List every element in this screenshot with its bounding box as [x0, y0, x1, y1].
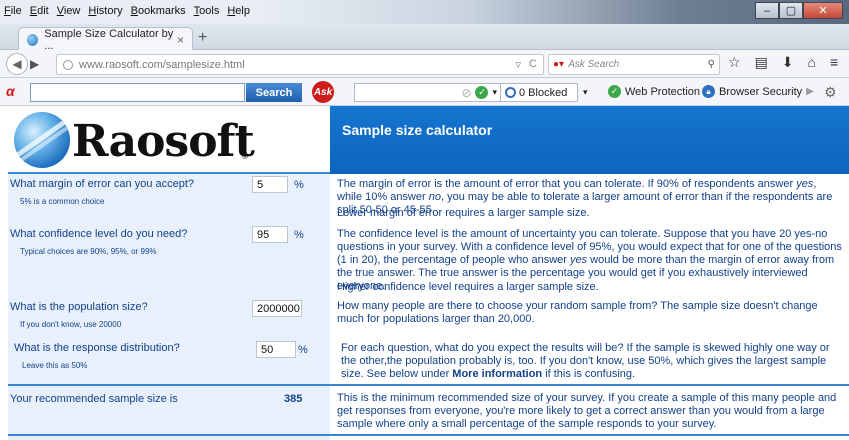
nav-toolbar-icons: ☆ ▤ ⬇ ⌂ ≡: [728, 54, 838, 71]
reading-list-icon[interactable]: ▤: [755, 54, 768, 71]
margin-of-error-note: Lower margin of error requires a larger …: [337, 207, 590, 219]
population-size-input[interactable]: 2000000: [252, 300, 302, 317]
navigation-bar: ◀ ▶ www.raosoft.com/samplesize.html ▿ C …: [0, 50, 849, 78]
forward-button[interactable]: ▶: [30, 57, 39, 71]
tab-close-icon[interactable]: ×: [177, 33, 184, 47]
confidence-level-label: What confidence level do you need?: [10, 228, 188, 240]
check-icon: ✓: [475, 86, 489, 99]
menu-history[interactable]: History: [88, 5, 122, 17]
expand-arrow-icon[interactable]: ▶: [806, 86, 814, 97]
ask-badge-icon[interactable]: Ask: [312, 81, 334, 103]
raosoft-favicon-icon: [27, 33, 39, 46]
ask-chain-icon: ⊘: [461, 85, 472, 100]
registered-mark: ®: [242, 152, 248, 161]
dropdown-arrow-icon[interactable]: ▾: [583, 87, 588, 98]
blocked-text: 0 Blocked: [519, 86, 568, 99]
ask-logo-icon: α: [6, 83, 15, 99]
margin-of-error-input[interactable]: 5: [252, 176, 288, 193]
blocked-counter[interactable]: 0 Blocked ▾: [500, 83, 588, 102]
home-icon[interactable]: ⌂: [808, 54, 816, 71]
response-distribution-unit: %: [298, 344, 308, 356]
close-window-button[interactable]: ✕: [803, 2, 843, 19]
blocker-icon: [505, 87, 516, 98]
result-description: This is the minimum recommended size of …: [337, 392, 837, 430]
result-bottom-rule: [8, 434, 849, 436]
download-icon[interactable]: ⬇: [782, 54, 794, 71]
minimize-button[interactable]: –: [755, 2, 779, 19]
page-header: Raosoft ® Sample size calculator: [0, 106, 849, 174]
window-titlebar: File Edit View History Bookmarks Tools H…: [0, 0, 849, 24]
ask-search-button[interactable]: Search: [246, 83, 302, 102]
response-distribution-input[interactable]: 50: [256, 341, 296, 358]
search-bar[interactable]: ●▾ Ask Search ⚲: [548, 54, 720, 75]
dropdown-arrow-icon[interactable]: ▾: [492, 87, 497, 98]
margin-of-error-hint: 5% is a common choice: [20, 197, 105, 206]
ask-search-input[interactable]: [30, 83, 245, 102]
raosoft-sphere-icon: [14, 112, 70, 168]
desc-no: no: [428, 191, 441, 203]
search-icon[interactable]: ⚲: [708, 59, 715, 70]
margin-of-error-unit: %: [294, 179, 304, 191]
confidence-level-input[interactable]: 95: [252, 226, 288, 243]
response-distribution-description: For each question, what do you expect th…: [341, 342, 843, 381]
desc-yes: yes: [796, 178, 814, 190]
search-placeholder: Ask Search: [568, 59, 620, 70]
tab-strip: Sample Size Calculator by ... × +: [0, 24, 849, 52]
blocked-box: 0 Blocked: [500, 83, 578, 102]
menu-help[interactable]: Help: [227, 5, 250, 17]
web-protection-check-icon: ✓: [608, 85, 621, 98]
ask-search-engine-icon[interactable]: ●▾: [553, 59, 564, 70]
margin-of-error-label: What margin of error can you accept?: [10, 178, 195, 190]
menu-view[interactable]: View: [57, 5, 81, 17]
tab-title: Sample Size Calculator by ...: [44, 27, 174, 52]
confidence-level-hint: Typical choices are 90%, 95%, or 99%: [20, 247, 157, 256]
bookmark-star-icon[interactable]: ☆: [728, 54, 741, 71]
confidence-level-note: Higher confidence level requires a large…: [337, 281, 599, 293]
recommended-sample-size: 385: [284, 393, 303, 405]
population-size-description: How many people are there to choose your…: [337, 300, 818, 325]
menu-bar: File Edit View History Bookmarks Tools H…: [4, 5, 250, 17]
url-bar[interactable]: www.raosoft.com/samplesize.html ▿ C: [56, 54, 544, 75]
back-forward: ◀ ▶: [6, 53, 52, 75]
population-size-label: What is the population size?: [10, 301, 148, 313]
globe-icon: [63, 59, 73, 70]
maximize-button[interactable]: ▢: [779, 2, 803, 19]
logo-text: Raosoft: [72, 116, 255, 167]
tab-sample-size-calculator[interactable]: Sample Size Calculator by ... ×: [18, 27, 193, 52]
population-size-hint: If you don't know, use 20000: [20, 320, 122, 329]
menu-file[interactable]: File: [4, 5, 22, 17]
url-actions: ▿ C: [516, 58, 537, 71]
desc-text: The margin of error is the amount of err…: [337, 178, 797, 190]
result-label: Your recommended sample size is: [10, 393, 178, 405]
hamburger-menu-icon[interactable]: ≡: [830, 54, 838, 71]
url-text: www.raosoft.com/samplesize.html: [79, 58, 245, 71]
more-information-link[interactable]: More information: [452, 368, 542, 380]
desc-text: if this is confusing.: [542, 368, 636, 380]
back-button[interactable]: ◀: [6, 53, 28, 75]
response-distribution-label: What is the response distribution?: [14, 342, 180, 354]
page-title: Sample size calculator: [342, 122, 493, 138]
title-banner: Sample size calculator: [330, 106, 849, 174]
web-protection[interactable]: ✓ Web Protection: [608, 85, 700, 98]
window-controls: – ▢ ✕: [755, 2, 843, 19]
reload-icon[interactable]: C: [529, 58, 537, 71]
new-tab-button[interactable]: +: [198, 29, 207, 47]
web-protection-label: Web Protection: [625, 85, 701, 98]
dropdown-arrow-icon[interactable]: ▿: [516, 58, 522, 71]
browser-security-label: Browser Security: [719, 85, 803, 98]
raosoft-logo: Raosoft ®: [8, 106, 330, 174]
response-distribution-hint: Leave this as 50%: [22, 361, 88, 370]
menu-tools[interactable]: Tools: [194, 5, 220, 17]
desc-yes: yes: [569, 254, 588, 266]
ask-secondary-box[interactable]: ⊘ ✓ ▾: [354, 83, 504, 102]
confidence-level-unit: %: [294, 229, 304, 241]
lock-icon: 🔒︎: [702, 85, 715, 98]
menu-edit[interactable]: Edit: [30, 5, 49, 17]
menu-bookmarks[interactable]: Bookmarks: [131, 5, 186, 17]
settings-gear-icon[interactable]: ⚙: [824, 84, 837, 101]
ask-toolbar: α Search Ask ⊘ ✓ ▾ 0 Blocked ▾ ✓ Web Pro…: [0, 78, 849, 106]
browser-security[interactable]: 🔒︎ Browser Security ▶: [702, 85, 814, 98]
